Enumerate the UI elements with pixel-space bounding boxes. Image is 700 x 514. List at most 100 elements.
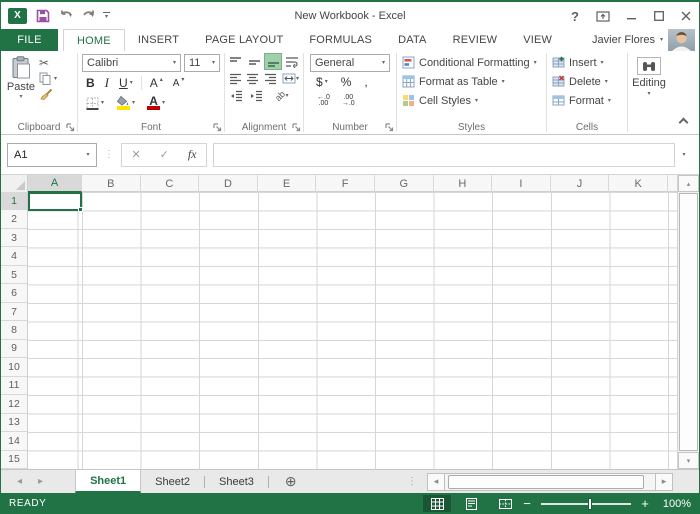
row-header-6[interactable]: 6 [1, 284, 27, 302]
row-header-9[interactable]: 9 [1, 340, 27, 358]
zoom-in-button[interactable]: + [639, 496, 651, 511]
tab-home[interactable]: HOME [63, 29, 125, 51]
tab-file[interactable]: FILE [1, 29, 58, 51]
font-size-combo[interactable]: 11 ▾ [184, 54, 220, 72]
sheet-tab-sheet3[interactable]: Sheet3 [205, 470, 268, 493]
name-box[interactable]: A1 ▾ [7, 143, 97, 167]
font-dialog-launcher[interactable] [213, 123, 222, 132]
redo-caret-icon[interactable]: ▾ [91, 13, 94, 19]
row-header-11[interactable]: 11 [1, 377, 27, 395]
cancel-button[interactable]: ✕ [131, 148, 140, 161]
sheet-nav-right-icon[interactable]: ▸ [38, 476, 43, 487]
insert-button[interactable]: Insert ▾ [549, 53, 625, 72]
user-account[interactable]: Javier Flores ▾ [592, 29, 699, 51]
row-header-1[interactable]: 1 [1, 192, 27, 210]
user-avatar[interactable] [668, 29, 695, 51]
maximize-button[interactable] [654, 11, 664, 21]
zoom-slider-handle[interactable] [588, 498, 592, 510]
decrease-indent-button[interactable] [227, 87, 246, 104]
conditional-formatting-button[interactable]: Conditional Formatting ▾ [399, 53, 544, 72]
clipboard-dialog-launcher[interactable] [66, 123, 75, 132]
column-header-g[interactable]: G [375, 175, 434, 192]
undo-button[interactable]: ▾ [59, 10, 72, 22]
increase-font-size-button[interactable]: A▴ [148, 74, 165, 92]
cut-button[interactable]: ✂ [39, 57, 57, 69]
accounting-format-button[interactable]: $ ▾ [314, 73, 330, 91]
vertical-scroll-thumb[interactable] [679, 193, 698, 451]
row-header-15[interactable]: 15 [1, 451, 27, 469]
align-left-button[interactable] [227, 70, 244, 87]
tab-data[interactable]: DATA [385, 29, 440, 51]
column-header-d[interactable]: D [199, 175, 258, 192]
row-header-8[interactable]: 8 [1, 321, 27, 339]
tab-view[interactable]: VIEW [510, 29, 565, 51]
scroll-right-button[interactable]: ▸ [655, 473, 673, 491]
column-header-e[interactable]: E [258, 175, 317, 192]
formula-bar-splitter[interactable]: ⋮ [104, 149, 114, 160]
minimize-button[interactable] [627, 11, 637, 21]
italic-button[interactable]: I [103, 74, 111, 92]
sheet-tab-sheet2[interactable]: Sheet2 [141, 470, 204, 493]
undo-caret-icon[interactable]: ▾ [69, 13, 72, 19]
redo-button[interactable]: ▾ [81, 10, 94, 22]
insert-function-button[interactable]: fx [188, 147, 197, 162]
vertical-scrollbar[interactable]: ▴ ▾ [677, 175, 699, 469]
comma-style-button[interactable]: , [362, 73, 369, 91]
underline-button[interactable]: U ▾ [117, 74, 135, 92]
enter-button[interactable]: ✓ [160, 148, 169, 161]
column-header-k[interactable]: K [609, 175, 668, 192]
cell-styles-button[interactable]: Cell Styles ▾ [399, 91, 544, 110]
new-sheet-button[interactable]: ⊕ [269, 470, 313, 493]
format-as-table-button[interactable]: Format as Table ▾ [399, 72, 544, 91]
horizontal-scroll-thumb[interactable] [448, 475, 644, 489]
format-painter-button[interactable] [39, 88, 57, 101]
select-all-button[interactable] [1, 175, 28, 192]
row-header-7[interactable]: 7 [1, 303, 27, 321]
fill-handle[interactable] [78, 207, 83, 212]
column-header-h[interactable]: H [434, 175, 493, 192]
collapse-ribbon-button[interactable] [679, 118, 689, 128]
tab-formulas[interactable]: FORMULAS [296, 29, 385, 51]
column-header-b[interactable]: B [82, 175, 141, 192]
zoom-out-button[interactable]: − [521, 496, 533, 511]
formula-input[interactable] [213, 143, 675, 167]
column-header-j[interactable]: J [551, 175, 610, 192]
font-color-button[interactable]: A ▾ [145, 94, 167, 112]
row-header-4[interactable]: 4 [1, 247, 27, 265]
page-layout-view-button[interactable] [457, 495, 485, 512]
delete-button[interactable]: Delete ▾ [549, 72, 625, 91]
orientation-button[interactable]: ab ▾ [267, 87, 297, 104]
row-header-2[interactable]: 2 [1, 210, 27, 228]
ribbon-display-options-button[interactable] [596, 11, 610, 22]
font-family-combo[interactable]: Calibri ▾ [82, 54, 181, 72]
copy-button[interactable]: ▾ [39, 72, 57, 85]
tab-scroll-splitter[interactable]: ⋮ [407, 470, 427, 493]
tab-page-layout[interactable]: PAGE LAYOUT [192, 29, 296, 51]
align-right-button[interactable] [262, 70, 279, 87]
expand-formula-bar-icon[interactable]: ▾ [675, 152, 693, 158]
sheet-tab-sheet1[interactable]: Sheet1 [75, 470, 141, 493]
bold-button[interactable]: B [84, 74, 97, 92]
row-header-13[interactable]: 13 [1, 414, 27, 432]
zoom-slider[interactable] [541, 503, 631, 505]
tab-review[interactable]: REVIEW [440, 29, 511, 51]
paste-button[interactable]: Paste ▾ [3, 53, 39, 101]
scroll-left-button[interactable]: ◂ [427, 473, 445, 491]
fill-color-button[interactable]: ▾ [114, 94, 137, 112]
normal-view-button[interactable] [423, 495, 451, 512]
zoom-level[interactable]: 100% [659, 498, 693, 510]
excel-logo-icon[interactable]: X [8, 8, 27, 24]
tab-insert[interactable]: INSERT [125, 29, 192, 51]
number-dialog-launcher[interactable] [385, 123, 394, 132]
sheet-grid[interactable] [28, 192, 677, 469]
close-button[interactable] [681, 11, 691, 21]
row-header-12[interactable]: 12 [1, 395, 27, 413]
column-header-i[interactable]: I [492, 175, 551, 192]
column-header-c[interactable]: C [141, 175, 200, 192]
alignment-dialog-launcher[interactable] [292, 123, 301, 132]
number-format-combo[interactable]: General ▾ [310, 54, 390, 72]
row-header-5[interactable]: 5 [1, 266, 27, 284]
decrease-font-size-button[interactable]: A▾ [171, 74, 187, 92]
center-button[interactable] [245, 70, 262, 87]
scroll-down-button[interactable]: ▾ [678, 452, 699, 469]
